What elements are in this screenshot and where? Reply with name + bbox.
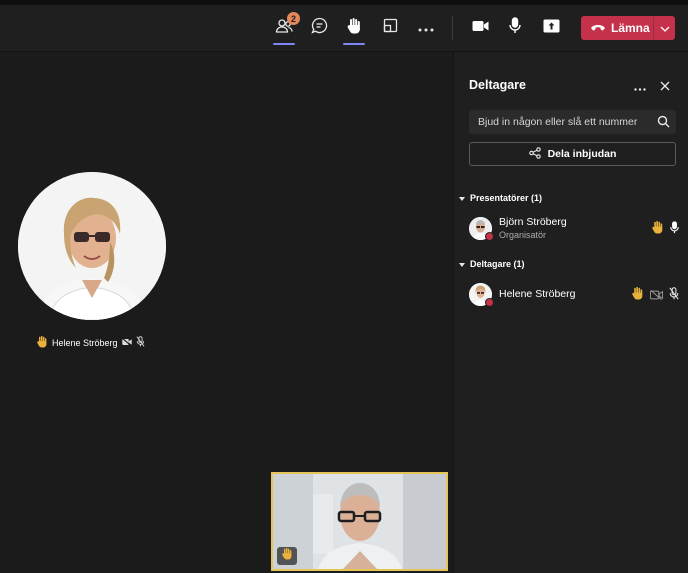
leave-label: Lämna [611, 21, 650, 35]
panel-title: Deltagare [469, 78, 526, 92]
presence-status-dot [485, 231, 494, 241]
share-invite-label: Dela inbjudan [547, 148, 617, 160]
participants-count-badge: 2 [287, 12, 300, 25]
section-presenters-toggle[interactable]: Presentatörer (1) [459, 193, 542, 203]
stage-participant-name: Helene Ströberg [52, 337, 118, 348]
share-screen-icon [543, 19, 560, 38]
active-indicator [273, 43, 295, 45]
section-presenters-label: Presentatörer (1) [470, 193, 543, 203]
more-icon [418, 19, 434, 37]
share-icon [528, 146, 541, 162]
leave-button[interactable]: Lämna [581, 16, 653, 40]
participant-name: Björn Ströberg [499, 216, 567, 228]
participant-row-helene[interactable]: Helene Ströberg [469, 280, 679, 308]
leave-options-dropdown[interactable] [654, 16, 675, 40]
participants-panel: Deltagare Dela inbjudan [453, 52, 688, 573]
share-screen-button[interactable] [537, 14, 565, 42]
chat-icon [310, 17, 328, 39]
participant-name: Helene Ströberg [499, 288, 576, 300]
active-indicator [343, 43, 365, 45]
section-attendees-toggle[interactable]: Deltagare (1) [459, 259, 525, 269]
hand-raised-icon [631, 286, 644, 305]
camera-button[interactable] [466, 14, 494, 42]
hand-raised-icon [36, 335, 48, 350]
self-hand-raised-indicator [277, 547, 297, 565]
video-off-icon [649, 287, 664, 305]
section-attendees-label: Deltagare (1) [470, 259, 525, 269]
stage-participant-label: Helene Ströberg [36, 335, 145, 350]
mic-off-icon [669, 286, 679, 305]
close-icon [660, 78, 670, 96]
microphone-icon [509, 17, 521, 39]
more-actions-button[interactable] [412, 14, 440, 42]
participant-avatar-helene [18, 172, 166, 320]
panel-close-button[interactable] [655, 79, 675, 95]
share-invite-button[interactable]: Dela inbjudan [469, 142, 676, 166]
hang-up-icon [591, 19, 605, 37]
mic-off-icon [136, 336, 145, 349]
hand-raised-icon [651, 220, 664, 239]
chevron-down-icon [660, 19, 670, 37]
camera-icon [472, 19, 489, 37]
participant-row-bjorn[interactable]: Björn Ströberg Organisatör [469, 214, 679, 242]
self-video-preview[interactable] [271, 472, 448, 571]
meeting-toolbar: 2 Lämna [0, 0, 688, 52]
panel-more-options-button[interactable] [630, 79, 650, 95]
microphone-button[interactable] [501, 14, 529, 42]
more-icon [634, 78, 646, 96]
invite-search-box [469, 110, 676, 134]
leave-button-group: Lämna [581, 16, 675, 40]
microphone-icon [670, 220, 679, 239]
caret-down-icon [459, 193, 465, 203]
search-icon[interactable] [657, 115, 670, 133]
presence-status-dot [485, 297, 494, 307]
chat-button[interactable] [305, 14, 333, 42]
participant-role: Organisatör [499, 230, 547, 240]
hand-icon [346, 17, 362, 39]
title-strip [0, 0, 688, 5]
share-tray-button[interactable] [376, 14, 404, 42]
hand-raised-icon [281, 547, 293, 565]
invite-search-input[interactable] [469, 116, 649, 128]
caret-down-icon [459, 259, 465, 269]
video-off-icon [121, 337, 132, 348]
toolbar-divider [452, 16, 453, 40]
raise-hand-button[interactable] [340, 14, 368, 45]
window-icon [383, 18, 398, 38]
meeting-stage: Helene Ströberg [0, 52, 452, 573]
participants-button[interactable]: 2 [270, 12, 300, 45]
